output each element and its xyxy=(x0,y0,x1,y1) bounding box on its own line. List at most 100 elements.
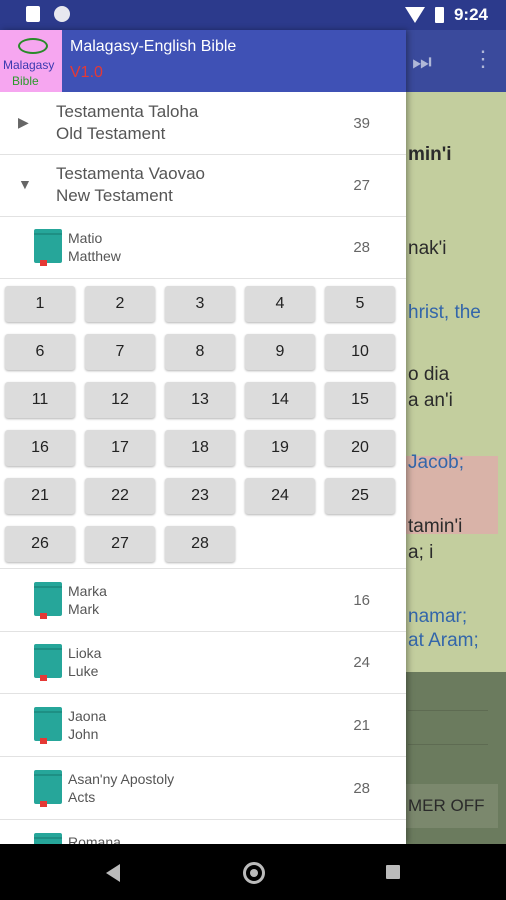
clock: 9:24 xyxy=(453,5,488,24)
book-name-en: Luke xyxy=(68,663,99,679)
book-item-luke[interactable]: Lioka Luke 24 xyxy=(0,631,406,694)
testament-name-mg: Testamenta Taloha xyxy=(56,102,199,121)
book-name-mg: Jaona xyxy=(68,708,107,724)
verse-text: a an'i xyxy=(408,390,453,411)
chapter-button[interactable]: 19 xyxy=(245,430,315,466)
testament-old[interactable]: ▶ Testamenta Taloha Old Testament 39 xyxy=(0,92,406,155)
more-options-icon[interactable]: ⋮ xyxy=(472,46,494,72)
testament-name-en: Old Testament xyxy=(56,124,166,143)
chapter-button[interactable]: 18 xyxy=(165,430,235,466)
chapter-button[interactable]: 12 xyxy=(85,382,155,418)
book-count: 39 xyxy=(353,115,370,132)
chapter-button[interactable]: 25 xyxy=(325,478,395,514)
recent-apps-icon[interactable] xyxy=(386,865,400,879)
chapter-button[interactable]: 28 xyxy=(165,526,235,562)
verse-text: hrist, the xyxy=(408,302,481,323)
verse-text: nak'i xyxy=(408,238,447,259)
chapter-button[interactable]: 27 xyxy=(85,526,155,562)
chapter-button[interactable]: 16 xyxy=(5,430,75,466)
chapter-grid: 1 2 3 4 5 6 7 8 9 10 11 12 13 14 15 16 1… xyxy=(0,280,406,568)
book-name-mg: Matio xyxy=(68,230,103,246)
chapter-button[interactable]: 24 xyxy=(245,478,315,514)
timer-button[interactable]: MER OFF xyxy=(406,784,498,828)
book-count: 27 xyxy=(353,177,370,194)
chapter-button[interactable]: 10 xyxy=(325,334,395,370)
chapter-button[interactable]: 5 xyxy=(325,286,395,322)
status-bar: 9:24 xyxy=(0,0,506,30)
notification-dot-icon xyxy=(54,6,70,22)
system-nav-bar xyxy=(0,844,506,900)
book-name-en: Matthew xyxy=(68,248,121,264)
verse-text: a; i xyxy=(408,542,434,563)
verse-text: at Aram; xyxy=(408,630,479,651)
app-version: V1.0 xyxy=(70,64,103,81)
logo-text: Malagasy xyxy=(3,58,55,72)
back-icon[interactable] xyxy=(106,864,120,882)
book-name-en: Acts xyxy=(68,789,96,805)
navigation-drawer: Malagasy Bible Malagasy-English Bible V1… xyxy=(0,30,406,844)
divider xyxy=(408,744,488,745)
chapter-button[interactable]: 11 xyxy=(5,382,75,418)
app-title: Malagasy-English Bible xyxy=(70,38,237,55)
chapter-button[interactable]: 17 xyxy=(85,430,155,466)
chapter-button[interactable]: 9 xyxy=(245,334,315,370)
book-name-mg: Asan'ny Apostoly xyxy=(68,771,175,787)
book-name-en: Mark xyxy=(68,601,100,617)
chapter-button[interactable]: 6 xyxy=(5,334,75,370)
chapter-count: 28 xyxy=(353,780,370,797)
book-name-mg: Romana xyxy=(68,834,121,844)
book-name-mg: Lioka xyxy=(68,645,102,661)
chapter-button[interactable]: 21 xyxy=(5,478,75,514)
book-item-john[interactable]: Jaona John 21 xyxy=(0,694,406,757)
chapter-button[interactable]: 13 xyxy=(165,382,235,418)
skip-next-icon[interactable]: ⏭ xyxy=(412,49,432,75)
book-icon xyxy=(34,644,62,681)
testament-name-mg: Testamenta Vaovao xyxy=(56,164,205,183)
chapter-button[interactable]: 26 xyxy=(5,526,75,562)
chapter-button[interactable]: 15 xyxy=(325,382,395,418)
book-item-romans[interactable]: Romana xyxy=(0,820,406,844)
book-name-en: John xyxy=(68,726,99,742)
drawer-header: Malagasy Bible Malagasy-English Bible V1… xyxy=(0,30,406,92)
book-item-mark[interactable]: Marka Mark 16 xyxy=(0,568,406,632)
chapter-count: 16 xyxy=(353,592,370,609)
chapter-button[interactable]: 2 xyxy=(85,286,155,322)
testament-name-en: New Testament xyxy=(56,186,173,205)
book-icon xyxy=(34,229,62,266)
home-dot xyxy=(250,869,258,877)
chapter-button[interactable]: 7 xyxy=(85,334,155,370)
testament-new[interactable]: ▼ Testamenta Vaovao New Testament 27 xyxy=(0,154,406,217)
chapter-count: 24 xyxy=(353,654,370,671)
sd-card-icon xyxy=(26,6,40,22)
chapter-button[interactable]: 8 xyxy=(165,334,235,370)
chapter-count: 21 xyxy=(353,717,370,734)
book-name-mg: Marka xyxy=(68,583,107,599)
book-item-acts[interactable]: Asan'ny Apostoly Acts 28 xyxy=(0,757,406,820)
chapter-button[interactable]: 23 xyxy=(165,478,235,514)
book-icon xyxy=(34,582,62,619)
book-icon xyxy=(34,707,62,744)
expand-arrow-icon: ▶ xyxy=(18,114,29,130)
verse-text: min'i xyxy=(408,144,452,165)
battery-icon xyxy=(434,7,444,23)
chapter-count: 28 xyxy=(353,239,370,256)
book-icon xyxy=(34,770,62,807)
chapter-button[interactable]: 20 xyxy=(325,430,395,466)
collapse-arrow-icon: ▼ xyxy=(18,176,32,192)
verse-text: namar; xyxy=(408,606,468,627)
verse-text: tamin'i xyxy=(408,516,463,537)
verse-text: Jacob; xyxy=(408,452,464,473)
chapter-button[interactable]: 1 xyxy=(5,286,75,322)
wifi-icon xyxy=(404,7,425,23)
book-item-matthew[interactable]: Matio Matthew 28 xyxy=(0,216,406,279)
fish-icon xyxy=(18,38,48,54)
logo-text: Bible xyxy=(12,74,39,88)
chapter-button[interactable]: 3 xyxy=(165,286,235,322)
verse-text: o dia xyxy=(408,364,450,385)
book-icon xyxy=(34,833,62,844)
divider xyxy=(408,710,488,711)
chapter-button[interactable]: 4 xyxy=(245,286,315,322)
app-logo: Malagasy Bible xyxy=(0,30,62,92)
chapter-button[interactable]: 22 xyxy=(85,478,155,514)
chapter-button[interactable]: 14 xyxy=(245,382,315,418)
